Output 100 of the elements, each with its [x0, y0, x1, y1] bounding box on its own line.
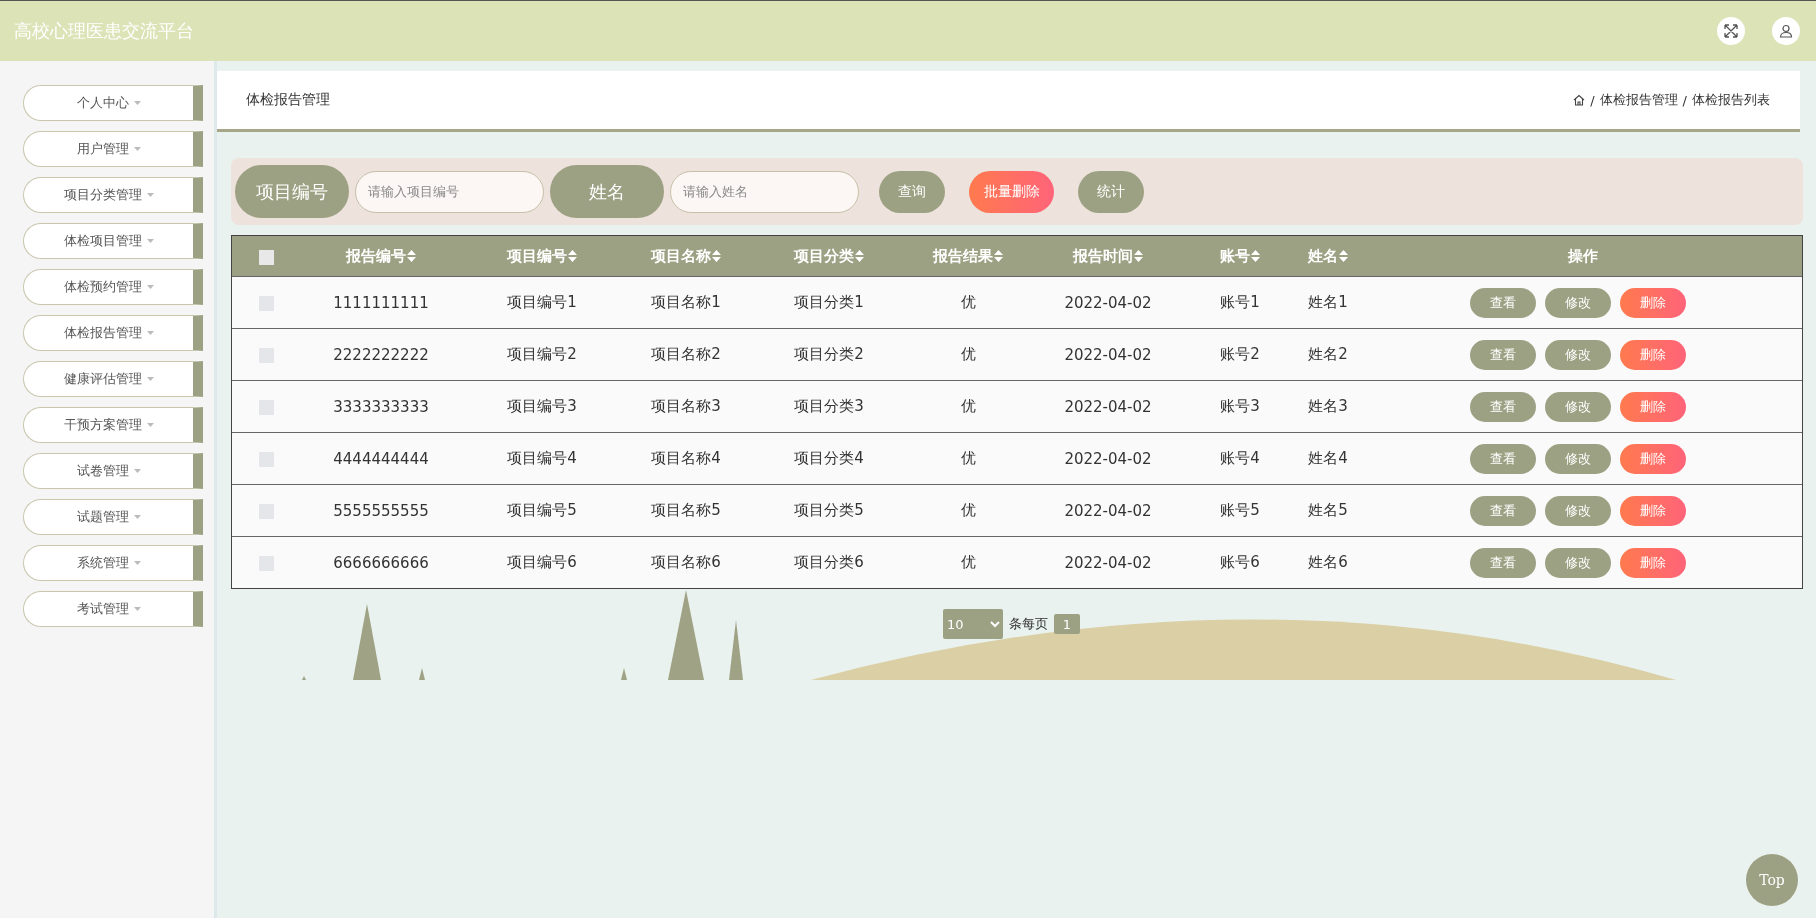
table-cell: 3333333333: [333, 397, 429, 416]
sidebar-item[interactable]: 健康评估管理: [23, 361, 203, 397]
table-cell: 账号5: [1220, 501, 1260, 519]
fullscreen-icon[interactable]: [1717, 17, 1745, 45]
table-cell: 项目编号5: [507, 501, 577, 519]
search-field[interactable]: 请输入姓名: [670, 170, 859, 213]
action-button[interactable]: 统计: [1078, 170, 1144, 213]
sort-icon[interactable]: [855, 250, 864, 262]
row-action-button[interactable]: 删除: [1620, 287, 1686, 318]
table-cell: 项目名称2: [651, 345, 721, 363]
table-cell: 项目名称6: [651, 553, 721, 571]
caret-icon: [146, 239, 154, 243]
row-action-button[interactable]: 删除: [1620, 547, 1686, 578]
sort-icon[interactable]: [1339, 250, 1348, 262]
table-cell: 4444444444: [333, 449, 429, 468]
sidebar-item[interactable]: 体检项目管理: [23, 223, 203, 259]
table-cell: 项目编号2: [507, 345, 577, 363]
sort-icon[interactable]: [568, 250, 577, 262]
row-action-button[interactable]: 修改: [1545, 495, 1611, 526]
home-icon[interactable]: [1573, 94, 1586, 106]
row-action-button[interactable]: 删除: [1620, 339, 1686, 370]
row-action-button[interactable]: 查看: [1470, 391, 1536, 422]
user-icon[interactable]: [1772, 17, 1800, 45]
row-action-button[interactable]: 修改: [1545, 547, 1611, 578]
caret-icon: [146, 331, 154, 335]
sidebar-item[interactable]: 考试管理: [23, 591, 203, 627]
row-action-button[interactable]: 修改: [1545, 287, 1611, 318]
caret-icon: [133, 147, 141, 151]
page-button[interactable]: 1: [1054, 614, 1080, 634]
table-cell: 项目分类3: [794, 397, 864, 415]
table-cell: 6666666666: [333, 553, 429, 572]
table-cell: 姓名5: [1308, 501, 1348, 519]
per-page-label: 条每页: [1009, 615, 1048, 633]
sidebar-item[interactable]: 试卷管理: [23, 453, 203, 489]
table-cell: 姓名3: [1308, 397, 1348, 415]
table-cell: 项目编号1: [507, 293, 577, 311]
breadcrumb-separator: /: [1682, 92, 1687, 108]
sort-icon[interactable]: [994, 250, 1003, 262]
caret-icon: [146, 285, 154, 289]
row-action-button[interactable]: 查看: [1470, 339, 1536, 370]
sidebar-item[interactable]: 干预方案管理: [23, 407, 203, 443]
table-cell: 账号3: [1220, 397, 1260, 415]
checkbox[interactable]: [258, 249, 274, 265]
sort-icon[interactable]: [1134, 250, 1143, 262]
sort-icon[interactable]: [712, 250, 721, 262]
caret-icon: [133, 101, 141, 105]
table-cell: 项目编号4: [507, 449, 577, 467]
column-header[interactable]: 账号: [1220, 246, 1260, 266]
table-cell: 1111111111: [333, 293, 429, 312]
sidebar-item[interactable]: 试题管理: [23, 499, 203, 535]
field-label: 项目编号: [235, 165, 349, 218]
table-cell: 2022-04-02: [1064, 293, 1152, 312]
table-cell: 优: [960, 345, 976, 363]
table-cell: 项目分类4: [794, 449, 864, 467]
table-cell: 账号6: [1220, 553, 1260, 571]
table-cell: 2022-04-02: [1064, 397, 1152, 416]
app-title: 高校心理医患交流平台: [14, 19, 194, 43]
table-cell: 账号1: [1220, 293, 1260, 311]
row-action-button[interactable]: 删除: [1620, 443, 1686, 474]
breadcrumb-link[interactable]: 体检报告列表: [1692, 91, 1770, 109]
caret-icon: [133, 469, 141, 473]
caret-icon: [133, 561, 141, 565]
search-field[interactable]: 请输入项目编号: [355, 170, 544, 213]
sidebar-item[interactable]: 体检报告管理: [23, 315, 203, 351]
page-title: 体检报告管理: [246, 91, 330, 109]
table-cell: 姓名1: [1308, 293, 1348, 311]
sidebar-item[interactable]: 项目分类管理: [23, 177, 203, 213]
table-cell: 2022-04-02: [1064, 553, 1152, 572]
table-cell: 优: [960, 501, 976, 519]
page-size-select[interactable]: 10: [943, 609, 1003, 639]
sort-icon[interactable]: [1251, 250, 1260, 262]
sidebar-item[interactable]: 用户管理: [23, 131, 203, 167]
caret-icon: [133, 607, 141, 611]
sort-icon[interactable]: [407, 250, 416, 262]
row-action-button[interactable]: 查看: [1470, 443, 1536, 474]
row-action-button[interactable]: 删除: [1620, 495, 1686, 526]
row-action-button[interactable]: 查看: [1470, 287, 1536, 318]
sidebar-item[interactable]: 个人中心: [23, 85, 203, 121]
table-cell: 姓名4: [1308, 449, 1348, 467]
sidebar-item[interactable]: 体检预约管理: [23, 269, 203, 305]
row-action-button[interactable]: 查看: [1470, 495, 1536, 526]
table-cell: 项目名称4: [651, 449, 721, 467]
row-action-button[interactable]: 查看: [1470, 547, 1536, 578]
action-button[interactable]: 批量删除: [969, 170, 1054, 213]
table-cell: 优: [960, 293, 976, 311]
caret-icon: [133, 515, 141, 519]
table-cell: 优: [960, 553, 976, 571]
row-action-button[interactable]: 删除: [1620, 391, 1686, 422]
sidebar-item[interactable]: 系统管理: [23, 545, 203, 581]
breadcrumb-separator: /: [1590, 92, 1595, 108]
table-cell: 2222222222: [333, 345, 429, 364]
breadcrumb-link[interactable]: 体检报告管理: [1599, 91, 1678, 109]
table-cell: 项目分类6: [794, 553, 864, 571]
action-button[interactable]: 查询: [879, 170, 945, 213]
row-action-button[interactable]: 修改: [1545, 339, 1611, 370]
table-cell: 账号2: [1220, 345, 1260, 363]
row-action-button[interactable]: 修改: [1545, 391, 1611, 422]
row-action-button[interactable]: 修改: [1545, 443, 1611, 474]
back-to-top-button[interactable]: Top: [1746, 854, 1798, 906]
table-cell: 项目分类1: [794, 293, 864, 311]
